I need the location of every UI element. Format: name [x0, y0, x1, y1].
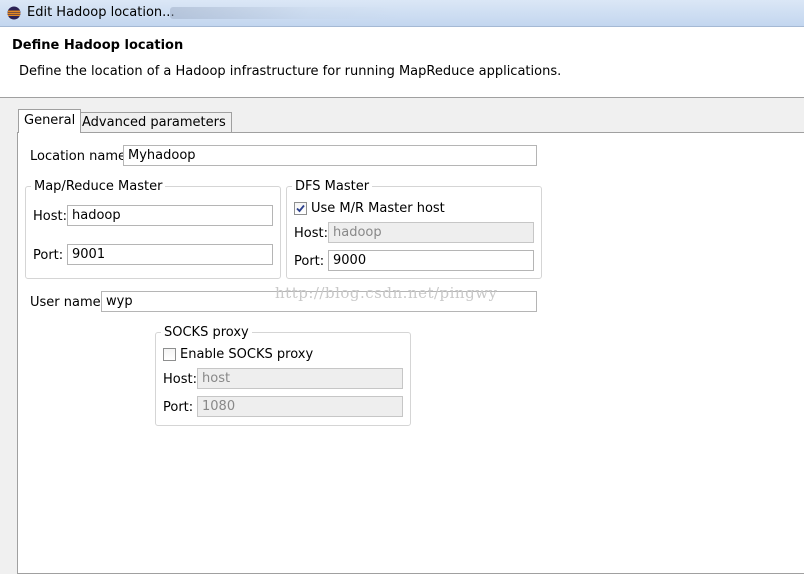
location-name-label: Location name:: [30, 149, 131, 164]
checkmark-icon: [296, 204, 305, 213]
page-title: Define Hadoop location: [12, 38, 184, 53]
page-description: Define the location of a Hadoop infrastr…: [19, 64, 562, 79]
window-title: Edit Hadoop location...: [27, 5, 175, 20]
use-mr-master-host-label[interactable]: Use M/R Master host: [311, 201, 445, 216]
enable-socks-proxy-label[interactable]: Enable SOCKS proxy: [180, 347, 313, 362]
dfs-host-input[interactable]: hadoop: [328, 222, 534, 243]
header-divider: [0, 97, 804, 98]
dfs-port-label: Port:: [294, 254, 325, 269]
user-name-label: User name:: [30, 295, 106, 310]
title-bar-blur: [170, 7, 400, 19]
mr-port-label: Port:: [33, 248, 64, 263]
socks-host-label: Host:: [163, 372, 197, 387]
socks-port-label: Port:: [163, 400, 194, 415]
socks-host-input[interactable]: host: [197, 368, 403, 389]
mr-host-label: Host:: [33, 209, 67, 224]
mr-host-input[interactable]: hadoop: [67, 205, 273, 226]
dfs-host-label: Host:: [294, 226, 328, 241]
mapreduce-master-legend: Map/Reduce Master: [31, 179, 166, 194]
watermark: http://blog.csdn.net/pingwy: [275, 284, 498, 302]
dfs-master-legend: DFS Master: [292, 179, 373, 194]
socks-port-input[interactable]: 1080: [197, 396, 403, 417]
use-mr-master-host-checkbox[interactable]: [294, 202, 307, 215]
eclipse-icon: [7, 6, 21, 20]
tab-general[interactable]: General: [18, 109, 82, 133]
mr-port-input[interactable]: 9001: [67, 244, 273, 265]
socks-proxy-legend: SOCKS proxy: [161, 325, 252, 340]
dfs-port-input[interactable]: 9000: [328, 250, 534, 271]
location-name-input[interactable]: Myhadoop: [123, 145, 537, 166]
enable-socks-proxy-checkbox[interactable]: [163, 348, 176, 361]
title-bar: Edit Hadoop location...: [0, 0, 804, 27]
mapreduce-master-group: [25, 186, 281, 279]
tab-advanced-parameters[interactable]: Advanced parameters: [76, 112, 232, 134]
